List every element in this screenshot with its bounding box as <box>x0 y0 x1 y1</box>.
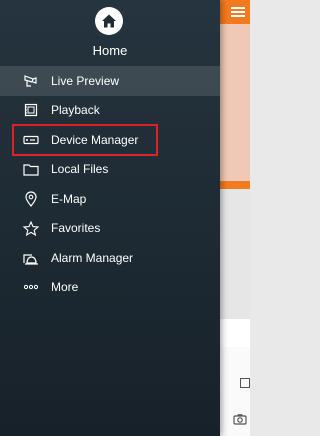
background-content <box>220 189 250 319</box>
menu-item-label: Local Files <box>51 162 109 177</box>
navigation-drawer: Home Live Preview Playback Device Manage… <box>0 0 220 436</box>
menu-item-more[interactable]: More <box>0 273 220 303</box>
home-button[interactable]: Home <box>0 0 220 66</box>
menu-item-local-files[interactable]: Local Files <box>0 155 220 185</box>
camera-icon[interactable] <box>233 413 247 425</box>
background-strip <box>220 319 250 347</box>
background-accent-bar <box>220 181 250 189</box>
menu-item-live-preview[interactable]: Live Preview <box>0 66 220 96</box>
home-icon <box>95 7 123 35</box>
menu-item-label: More <box>51 280 79 295</box>
background-topbar <box>220 0 250 24</box>
list-menu-icon[interactable] <box>231 7 245 17</box>
home-label: Home <box>92 43 128 58</box>
folder-icon <box>23 161 39 177</box>
menu-item-label: Playback <box>51 103 100 118</box>
map-pin-icon <box>23 191 39 207</box>
background-app <box>220 0 250 436</box>
more-icon <box>23 279 39 295</box>
menu-item-label: Live Preview <box>51 73 120 88</box>
menu-item-playback[interactable]: Playback <box>0 96 220 126</box>
alarm-icon <box>23 250 39 266</box>
playback-icon <box>23 102 39 118</box>
highlight-annotation <box>12 124 158 156</box>
menu-item-label: Alarm Manager <box>51 250 134 265</box>
grid-icon[interactable] <box>240 378 250 388</box>
menu-item-favorites[interactable]: Favorites <box>0 214 220 244</box>
menu-item-label: Favorites <box>51 221 101 236</box>
menu-item-e-map[interactable]: E-Map <box>0 184 220 214</box>
menu-item-alarm-manager[interactable]: Alarm Manager <box>0 243 220 273</box>
star-icon <box>23 220 39 236</box>
drawer-menu: Live Preview Playback Device Manager Loc… <box>0 66 220 302</box>
menu-item-label: E-Map <box>51 191 87 206</box>
live-preview-icon <box>23 73 39 89</box>
background-preview-area <box>220 24 250 181</box>
